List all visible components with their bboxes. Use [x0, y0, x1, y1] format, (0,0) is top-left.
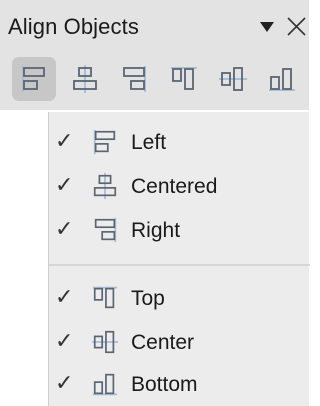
close-icon[interactable]	[284, 14, 309, 39]
align-center-icon	[219, 67, 247, 91]
align-toolbar	[0, 52, 309, 110]
align-centered-icon	[73, 65, 97, 93]
menu-item-center[interactable]: ✓ Center	[49, 320, 310, 364]
align-left-icon	[22, 66, 45, 92]
menu-item-label: Right	[131, 219, 181, 242]
checkmark-icon: ✓	[55, 216, 74, 241]
align-top-icon	[171, 67, 197, 90]
panel-title: Align Objects	[8, 14, 139, 39]
align-bottom-icon	[269, 68, 295, 91]
align-centered-button[interactable]	[63, 57, 107, 101]
align-right-icon	[94, 217, 117, 243]
menu-item-centered[interactable]: ✓ Centered	[49, 164, 310, 208]
align-right-icon	[123, 66, 146, 92]
menu-item-top[interactable]: ✓ Top	[49, 276, 310, 320]
align-menu: ✓ Left ✓ Centered ✓ Right ✓ Top ✓ Center…	[48, 112, 310, 406]
checkmark-icon: ✓	[55, 172, 74, 197]
align-top-icon	[92, 286, 118, 309]
checkmark-icon: ✓	[55, 370, 74, 395]
align-bottom-button[interactable]	[260, 57, 304, 101]
menu-item-left[interactable]: ✓ Left	[49, 120, 310, 164]
align-centered-icon	[93, 172, 117, 200]
align-bottom-icon	[92, 373, 118, 396]
align-objects-panel: Align Objects ✓ Left ✓ Centered ✓ Right …	[0, 0, 310, 406]
align-right-button[interactable]	[112, 57, 156, 101]
align-left-button[interactable]	[12, 57, 56, 101]
checkmark-icon: ✓	[55, 128, 74, 153]
checkmark-icon: ✓	[55, 328, 74, 353]
triangle-down-icon[interactable]	[260, 22, 274, 32]
menu-item-label: Bottom	[131, 373, 198, 396]
align-center-button[interactable]	[211, 57, 255, 101]
menu-item-label: Center	[131, 331, 195, 354]
menu-item-label: Left	[131, 131, 167, 154]
menu-item-right[interactable]: ✓ Right	[49, 208, 310, 252]
align-center-icon	[91, 330, 119, 354]
menu-item-bottom[interactable]: ✓ Bottom	[49, 362, 310, 406]
menu-item-label: Centered	[131, 175, 218, 198]
menu-item-label: Top	[131, 287, 165, 310]
panel-titlebar: Align Objects	[0, 0, 309, 52]
align-top-button[interactable]	[162, 57, 206, 101]
menu-separator	[49, 264, 310, 266]
checkmark-icon: ✓	[55, 284, 74, 309]
align-left-icon	[93, 129, 116, 155]
